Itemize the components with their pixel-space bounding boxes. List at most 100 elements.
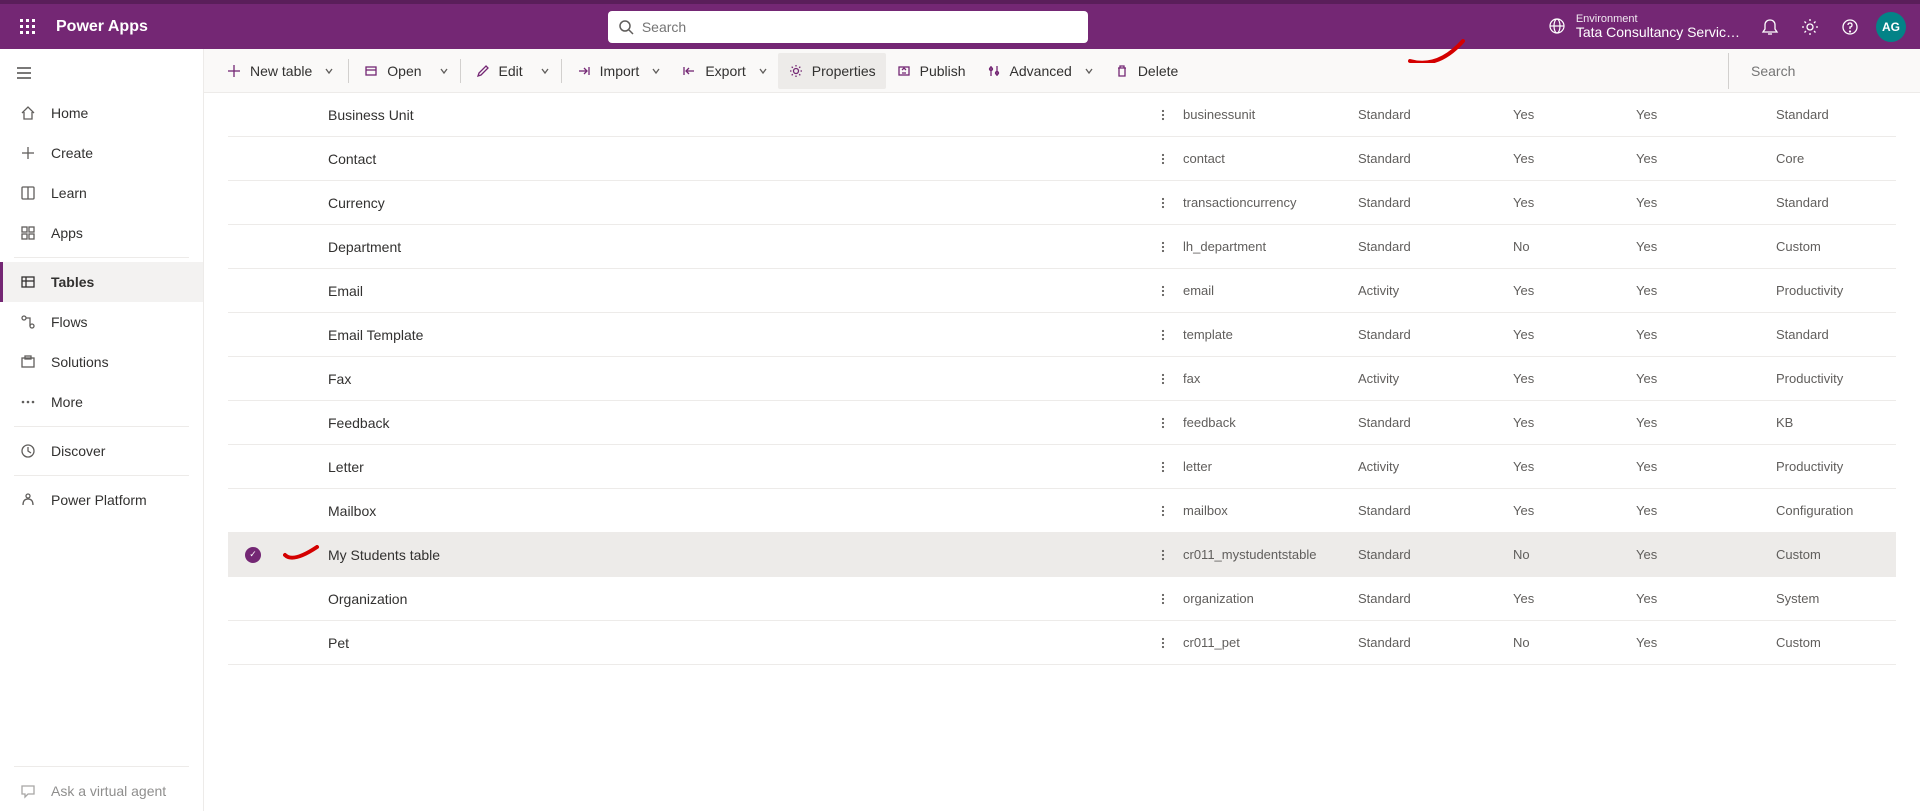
edit-button[interactable]: Edit <box>465 53 533 89</box>
nav-learn[interactable]: Learn <box>0 173 203 213</box>
nav-apps[interactable]: Apps <box>0 213 203 253</box>
table-name-link[interactable]: Business Unit <box>278 107 1143 123</box>
row-more-icon[interactable] <box>1143 460 1183 474</box>
nav-home[interactable]: Home <box>0 93 203 133</box>
table-name-link[interactable]: My Students table <box>278 547 1143 563</box>
waffle-icon[interactable] <box>8 7 48 47</box>
environment-switcher[interactable]: Environment Tata Consultancy Servic… <box>1548 13 1740 40</box>
table-row[interactable]: ✓ Department lh_department Standard No Y… <box>228 225 1896 269</box>
edit-split-chevron[interactable] <box>533 53 557 89</box>
row-more-icon[interactable] <box>1143 548 1183 562</box>
table-row[interactable]: ✓ Business Unit businessunit Standard Ye… <box>228 93 1896 137</box>
col-category: Configuration <box>1776 503 1896 518</box>
row-more-icon[interactable] <box>1143 240 1183 254</box>
col-category: Productivity <box>1776 283 1896 298</box>
table-name-link[interactable]: Email <box>278 283 1143 299</box>
export-button[interactable]: Export <box>671 53 777 89</box>
environment-name: Tata Consultancy Servic… <box>1576 25 1740 40</box>
col-managed: Yes <box>1513 591 1636 606</box>
solutions-icon <box>19 353 37 371</box>
open-split-chevron[interactable] <box>432 53 456 89</box>
row-more-icon[interactable] <box>1143 108 1183 122</box>
nav-ask-agent[interactable]: Ask a virtual agent <box>0 771 203 811</box>
table-name-link[interactable]: Fax <box>278 371 1143 387</box>
table-row[interactable]: ✓ Mailbox mailbox Standard Yes Yes Confi… <box>228 489 1896 533</box>
row-more-icon[interactable] <box>1143 196 1183 210</box>
table-name-link[interactable]: Pet <box>278 635 1143 651</box>
import-icon <box>576 63 592 79</box>
table-row[interactable]: ✓ Currency transactioncurrency Standard … <box>228 181 1896 225</box>
table-type: Standard <box>1358 195 1513 210</box>
global-search[interactable] <box>608 11 1088 43</box>
nav-more[interactable]: More <box>0 382 203 422</box>
ellipsis-icon <box>19 393 37 411</box>
nav-collapse-icon[interactable] <box>0 53 203 93</box>
nav-label: More <box>51 394 83 410</box>
user-avatar[interactable]: AG <box>1876 12 1906 42</box>
import-button[interactable]: Import <box>566 53 672 89</box>
row-more-icon[interactable] <box>1143 284 1183 298</box>
table-name-link[interactable]: Currency <box>278 195 1143 211</box>
delete-button[interactable]: Delete <box>1104 53 1188 89</box>
open-button[interactable]: Open <box>353 53 431 89</box>
col-customizable: Yes <box>1636 195 1776 210</box>
nav-discover[interactable]: Discover <box>0 431 203 471</box>
row-more-icon[interactable] <box>1143 636 1183 650</box>
notifications-icon[interactable] <box>1750 7 1790 47</box>
button-label: Edit <box>499 63 523 79</box>
app-header: Power Apps Environment Tata Consultancy … <box>0 0 1920 49</box>
row-more-icon[interactable] <box>1143 328 1183 342</box>
nav-solutions[interactable]: Solutions <box>0 342 203 382</box>
table-name-link[interactable]: Letter <box>278 459 1143 475</box>
publish-button[interactable]: Publish <box>886 53 976 89</box>
table-row[interactable]: ✓ Contact contact Standard Yes Yes Core <box>228 137 1896 181</box>
nav-tables[interactable]: Tables <box>0 262 203 302</box>
nav-flows[interactable]: Flows <box>0 302 203 342</box>
home-icon <box>19 104 37 122</box>
row-more-icon[interactable] <box>1143 592 1183 606</box>
nav-power-platform[interactable]: Power Platform <box>0 480 203 520</box>
global-search-input[interactable] <box>642 19 1078 35</box>
row-more-icon[interactable] <box>1143 372 1183 386</box>
table-search-input[interactable] <box>1751 63 1920 79</box>
col-customizable: Yes <box>1636 635 1776 650</box>
row-more-icon[interactable] <box>1143 152 1183 166</box>
table-row[interactable]: ✓ Email email Activity Yes Yes Productiv… <box>228 269 1896 313</box>
table-row[interactable]: ✓ Email Template template Standard Yes Y… <box>228 313 1896 357</box>
table-row[interactable]: ✓ Pet cr011_pet Standard No Yes Custom <box>228 621 1896 665</box>
help-icon[interactable] <box>1830 7 1870 47</box>
apps-icon <box>19 224 37 242</box>
col-category: Productivity <box>1776 371 1896 386</box>
row-more-icon[interactable] <box>1143 416 1183 430</box>
new-table-button[interactable]: New table <box>216 53 344 89</box>
button-label: Properties <box>812 63 876 79</box>
col-managed: Yes <box>1513 415 1636 430</box>
col-managed: Yes <box>1513 459 1636 474</box>
table-row[interactable]: ✓ Organization organization Standard Yes… <box>228 577 1896 621</box>
table-type: Standard <box>1358 547 1513 562</box>
table-name-link[interactable]: Contact <box>278 151 1143 167</box>
col-customizable: Yes <box>1636 107 1776 122</box>
table-name-link[interactable]: Department <box>278 239 1143 255</box>
table-row[interactable]: ✓ Feedback feedback Standard Yes Yes KB <box>228 401 1896 445</box>
table-name-link[interactable]: Email Template <box>278 327 1143 343</box>
schema-name: transactioncurrency <box>1183 195 1358 210</box>
row-more-icon[interactable] <box>1143 504 1183 518</box>
properties-button[interactable]: Properties <box>778 53 886 89</box>
nav-create[interactable]: Create <box>0 133 203 173</box>
settings-icon[interactable] <box>1790 7 1830 47</box>
advanced-button[interactable]: Advanced <box>976 53 1104 89</box>
table-name-link[interactable]: Feedback <box>278 415 1143 431</box>
col-category: KB <box>1776 415 1896 430</box>
col-category: Standard <box>1776 195 1896 210</box>
table-row[interactable]: ✓ Fax fax Activity Yes Yes Productivity <box>228 357 1896 401</box>
flow-icon <box>19 313 37 331</box>
table-name-link[interactable]: Organization <box>278 591 1143 607</box>
col-customizable: Yes <box>1636 327 1776 342</box>
table-name-link[interactable]: Mailbox <box>278 503 1143 519</box>
row-checkbox[interactable]: ✓ <box>228 547 278 563</box>
table-row[interactable]: ✓ Letter letter Activity Yes Yes Product… <box>228 445 1896 489</box>
table-row[interactable]: ✓ My Students table cr011_mystudentstabl… <box>228 533 1896 577</box>
table-search[interactable] <box>1728 53 1908 89</box>
schema-name: mailbox <box>1183 503 1358 518</box>
